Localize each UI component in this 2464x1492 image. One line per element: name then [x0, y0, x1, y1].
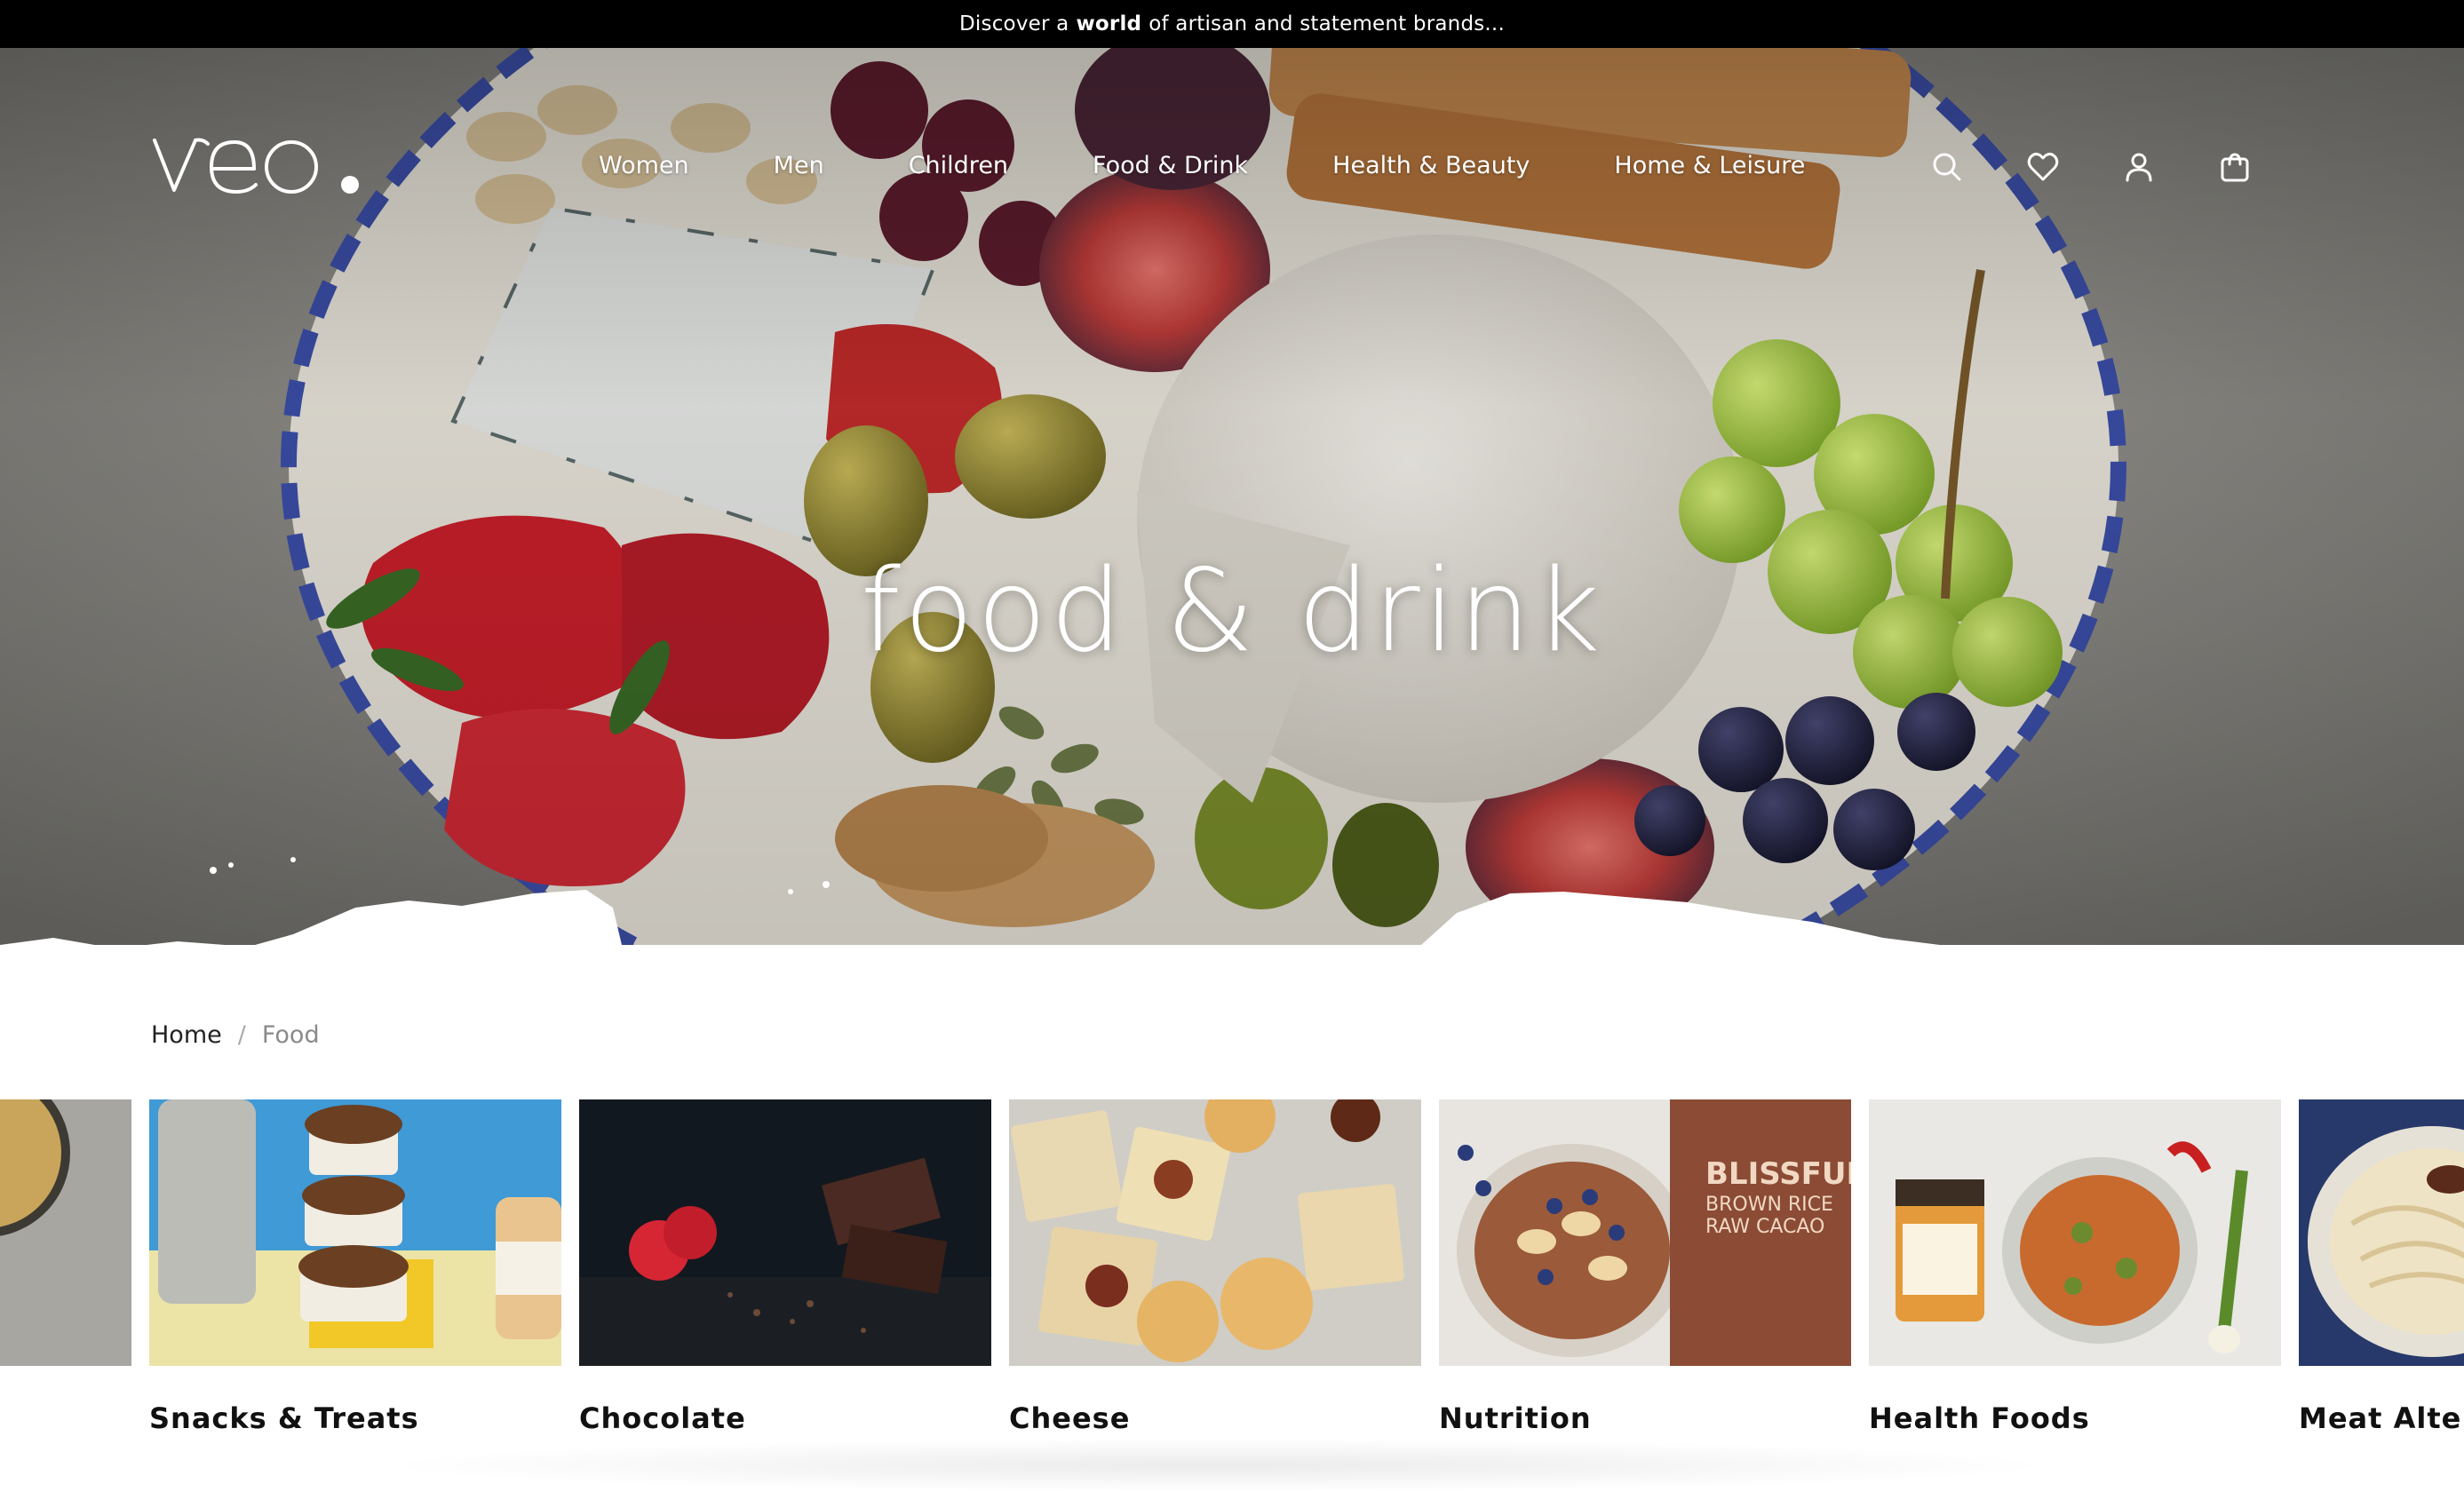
- nav-item-children[interactable]: Children: [909, 152, 1008, 179]
- announcement-prefix: Discover a: [959, 12, 1069, 36]
- category-image: [2299, 1099, 2464, 1366]
- category-label: Health Foods: [1869, 1401, 2090, 1435]
- category-image: [1009, 1099, 1421, 1366]
- breadcrumb-separator: /: [237, 1021, 246, 1049]
- search-icon[interactable]: [1929, 149, 1965, 185]
- main-nav: Women Men Children Food & Drink Health &…: [599, 147, 1805, 183]
- nav-item-home-leisure[interactable]: Home & Leisure: [1614, 152, 1805, 179]
- category-label: Chocolate: [579, 1401, 746, 1435]
- category-card-nutrition[interactable]: BLISSFUL BROWN RICE RAW CACAO Nutrition: [1439, 1099, 1851, 1435]
- breadcrumb-home[interactable]: Home: [151, 1021, 222, 1049]
- category-card-snacks-treats[interactable]: Snacks & Treats: [149, 1099, 561, 1435]
- veo-logo[interactable]: [149, 130, 362, 201]
- category-card-chocolate[interactable]: Chocolate: [579, 1099, 991, 1435]
- breadcrumb-current: Food: [261, 1021, 320, 1049]
- announcement-suffix: of artisan and statement brands...: [1149, 12, 1505, 36]
- hero-banner: Women Men Children Food & Drink Health &…: [0, 48, 2464, 945]
- category-label: Meat Altern: [2299, 1401, 2464, 1435]
- announcement-bar: Discover a world of artisan and statemen…: [0, 0, 2464, 48]
- nav-item-women[interactable]: Women: [599, 152, 689, 179]
- category-image: BLISSFUL BROWN RICE RAW CACAO: [1439, 1099, 1851, 1366]
- category-label: Snacks & Treats: [149, 1401, 419, 1435]
- category-label: Nutrition: [1439, 1401, 1592, 1435]
- hero-title: food & drink: [860, 545, 1604, 678]
- announcement-bold: world: [1076, 12, 1142, 36]
- category-card-partial-left[interactable]: [0, 1099, 131, 1401]
- breadcrumb: Home / Food: [151, 1021, 320, 1049]
- category-carousel: Snacks & Treats Chocolate Cheese BLISSFU…: [0, 1099, 2464, 1474]
- category-card-cheese[interactable]: Cheese: [1009, 1099, 1421, 1435]
- category-card-meat-alternatives[interactable]: Meat Altern: [2299, 1099, 2464, 1435]
- shopping-bag-icon[interactable]: [2217, 149, 2253, 185]
- category-image: [0, 1099, 131, 1366]
- nav-item-men[interactable]: Men: [774, 152, 824, 179]
- heart-icon[interactable]: [2025, 149, 2061, 185]
- svg-text:BLISSFUL: BLISSFUL: [1705, 1156, 1851, 1192]
- category-card-health-foods[interactable]: Health Foods: [1869, 1099, 2281, 1435]
- category-label: Cheese: [1009, 1401, 1131, 1435]
- category-image: [149, 1099, 561, 1366]
- nav-item-food-drink[interactable]: Food & Drink: [1093, 152, 1248, 179]
- svg-text:BROWN RICE: BROWN RICE: [1705, 1194, 1833, 1216]
- svg-text:RAW CACAO: RAW CACAO: [1705, 1216, 1824, 1238]
- torn-edge-divider: [0, 857, 1940, 945]
- carousel-shadow: [373, 1439, 2061, 1492]
- category-image: [1869, 1099, 2281, 1366]
- nav-item-health-beauty[interactable]: Health & Beauty: [1332, 152, 1530, 179]
- category-image: [579, 1099, 991, 1366]
- header-icons: [1929, 147, 2253, 186]
- account-icon[interactable]: [2121, 149, 2157, 185]
